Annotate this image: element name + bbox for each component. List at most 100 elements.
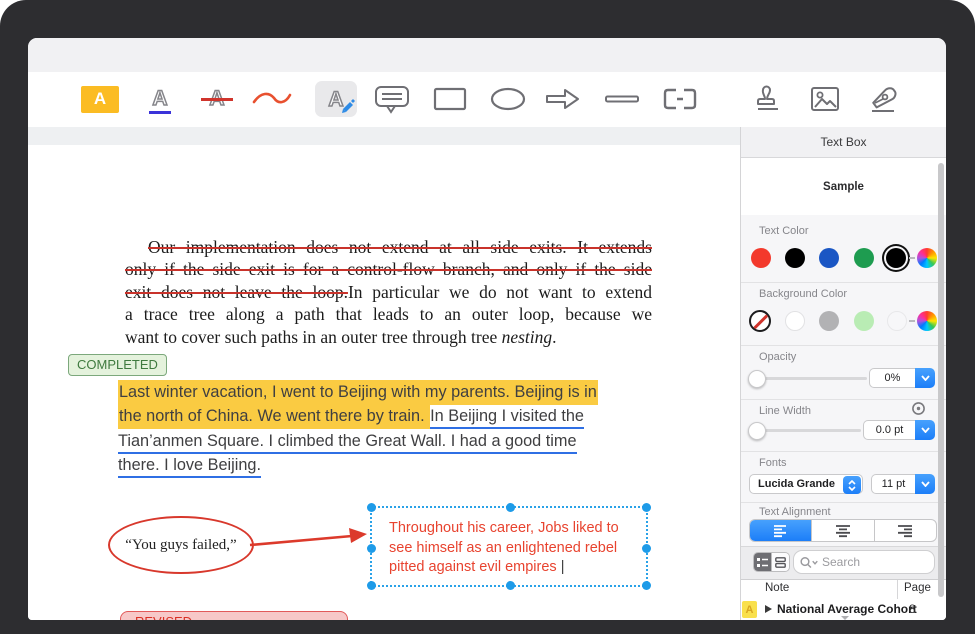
stamp-icon	[750, 83, 782, 115]
font-family-select[interactable]: Lucida Grande	[749, 474, 863, 494]
annotation-toolbar: A A A A	[28, 72, 946, 128]
chevron-down-icon	[921, 375, 930, 381]
opacity-value-field[interactable]: 0%	[869, 368, 915, 388]
search-input[interactable]	[820, 554, 934, 570]
signature-pen-icon	[866, 84, 898, 114]
highlight-annotation[interactable]: the north of China. We went there by tra…	[118, 404, 430, 429]
line-tool-button[interactable]	[600, 80, 644, 118]
revised-stamp[interactable]: REVISED By PDF professional at May 8, 20…	[120, 611, 348, 620]
compact-view-button[interactable]	[771, 553, 789, 571]
font-stepper-button[interactable]	[843, 476, 861, 494]
text-edit-tool-button[interactable]: A	[314, 80, 358, 118]
swatch-separator	[909, 320, 915, 322]
text-color-green-swatch[interactable]	[854, 248, 874, 268]
font-size-dropdown-button[interactable]	[915, 474, 935, 494]
text-color-wheel[interactable]	[917, 248, 937, 268]
resize-handle[interactable]	[367, 581, 376, 590]
chevron-down-icon	[921, 481, 930, 487]
background-color-gray-swatch[interactable]	[819, 311, 839, 331]
swatch-separator	[909, 257, 915, 259]
text-alignment-label: Text Alignment	[759, 506, 831, 518]
background-color-label: Background Color	[759, 288, 847, 300]
sidebar-scrollbar[interactable]	[938, 163, 944, 597]
highlight-tool-button[interactable]: A	[78, 80, 122, 118]
image-tool-button[interactable]	[803, 80, 847, 118]
selected-tool-background: A	[315, 81, 357, 117]
screenshot-stage: A A A A	[0, 0, 975, 634]
column-divider	[897, 580, 898, 599]
align-center-icon	[835, 524, 851, 538]
line-width-dropdown-button[interactable]	[915, 420, 935, 440]
underline-annotation[interactable]: Tian’anmen Square. I climbed the Great W…	[118, 432, 577, 454]
underline-annotation[interactable]: there. I love Beijing.	[118, 456, 261, 478]
comment-tool-button[interactable]	[370, 80, 414, 118]
line-icon	[604, 94, 640, 104]
body-text: .	[552, 327, 556, 347]
background-color-none-swatch[interactable]	[749, 310, 771, 332]
link-tool-button[interactable]	[658, 80, 702, 118]
opacity-dropdown-button[interactable]	[915, 368, 935, 388]
underline-tool-button[interactable]: A	[138, 80, 182, 118]
resize-handle[interactable]	[642, 503, 651, 512]
text-color-blue-swatch[interactable]	[819, 248, 839, 268]
note-column-header: Note	[765, 582, 789, 594]
highlight-icon: A	[81, 86, 119, 113]
align-left-button[interactable]	[750, 520, 812, 541]
highlight-annotation[interactable]: Last winter vacation, I went to Beijing …	[118, 380, 598, 405]
disclosure-triangle-icon[interactable]	[765, 605, 772, 613]
opacity-slider-thumb[interactable]	[748, 370, 766, 388]
note-page-number: 8	[909, 602, 916, 616]
strikethrough-annotation[interactable]: exit does not leave the loop.	[125, 282, 348, 302]
compact-list-icon	[775, 557, 786, 568]
background-color-wheel[interactable]	[917, 311, 937, 331]
background-color-white-swatch[interactable]	[785, 311, 805, 331]
pencil-icon	[339, 97, 355, 113]
document-page[interactable]: Our implementation does not extend at al…	[28, 127, 740, 620]
text-color-label: Text Color	[759, 225, 809, 237]
rectangle-icon	[433, 87, 467, 111]
ellipse-tool-button[interactable]	[486, 80, 530, 118]
resize-handle[interactable]	[642, 544, 651, 553]
arrow-annotation[interactable]	[246, 519, 374, 553]
paragraph-beijing: Last winter vacation, I went to Beijing …	[118, 380, 658, 478]
arrow-tool-button[interactable]	[541, 80, 585, 118]
resize-handle[interactable]	[642, 581, 651, 590]
strikethrough-annotation[interactable]: Our implementation does not extend at al…	[148, 237, 652, 257]
text-color-black-swatch[interactable]	[785, 248, 805, 268]
signature-tool-button[interactable]	[860, 80, 904, 118]
detailed-view-button[interactable]	[754, 553, 771, 571]
text-color-selected-swatch[interactable]	[886, 248, 906, 268]
strikethrough-annotation[interactable]: only if the side exit is for a control-f…	[125, 259, 652, 279]
opacity-slider-track[interactable]	[751, 377, 867, 380]
underline-annotation[interactable]: In Beijing I visited the	[430, 407, 584, 429]
completed-stamp[interactable]: COMPLETED	[68, 354, 167, 376]
textbox-annotation[interactable]: Throughout his career, Jobs liked to see…	[370, 506, 648, 587]
line-width-value-field[interactable]: 0.0 pt	[863, 420, 915, 440]
resize-handle[interactable]	[506, 503, 515, 512]
resize-handle[interactable]	[506, 581, 515, 590]
line-width-slider-thumb[interactable]	[748, 422, 766, 440]
resize-handle[interactable]	[367, 503, 376, 512]
squiggle-icon	[251, 90, 293, 108]
resize-handle[interactable]	[367, 544, 376, 553]
highlight-note-icon: A	[742, 601, 757, 618]
notes-view-toggle	[753, 552, 790, 572]
rectangle-tool-button[interactable]	[428, 80, 472, 118]
stamp-tool-button[interactable]	[744, 80, 788, 118]
line-width-target-icon[interactable]	[911, 401, 926, 416]
line-width-slider-track[interactable]	[751, 429, 861, 432]
notes-search-field[interactable]	[793, 550, 935, 574]
align-right-icon	[897, 524, 913, 538]
squiggle-tool-button[interactable]	[250, 80, 294, 118]
note-row[interactable]: A National Average Cohort 8	[741, 599, 946, 620]
align-right-button[interactable]	[875, 520, 936, 541]
text-color-red-swatch[interactable]	[751, 248, 771, 268]
align-center-button[interactable]	[812, 520, 874, 541]
ellipse-annotation[interactable]: “You guys failed,”	[108, 516, 254, 574]
app-window: A A A A	[28, 38, 946, 620]
image-icon	[810, 86, 840, 112]
background-color-clear-swatch[interactable]	[887, 311, 907, 331]
strikethrough-tool-button[interactable]: A	[195, 80, 239, 118]
background-color-green-swatch[interactable]	[854, 311, 874, 331]
font-size-field[interactable]: 11 pt	[871, 474, 915, 494]
